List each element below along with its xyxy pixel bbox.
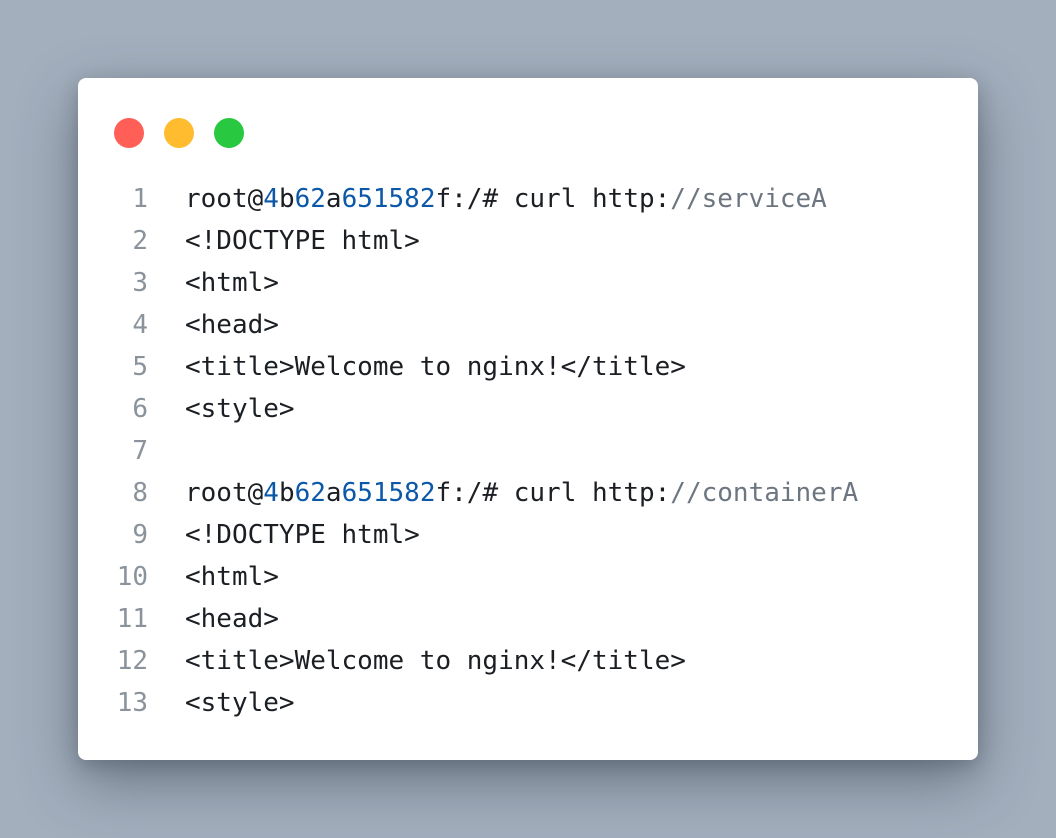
line-number: 11 [116, 604, 148, 634]
comment-token: //serviceA [670, 184, 827, 214]
code-line: 12 <title>Welcome to nginx!</title> [78, 640, 978, 682]
text-token: <html> [185, 562, 279, 592]
line-text: <!DOCTYPE html> [185, 220, 420, 262]
code-line: 4 <head> [78, 304, 978, 346]
line-number: 5 [132, 352, 148, 382]
text-token: <head> [185, 604, 279, 634]
text-token: root@ [185, 184, 264, 214]
text-token: a [325, 184, 342, 214]
line-text: root@4b62a651582f:/# curl http://contain… [185, 472, 858, 514]
line-number: 12 [116, 646, 148, 676]
code-line: 10 <html> [78, 556, 978, 598]
text-token: <style> [185, 688, 295, 718]
line-number: 9 [132, 520, 148, 550]
text-token: <title>Welcome to nginx!</title> [185, 352, 686, 382]
line-number: 8 [132, 478, 148, 508]
text-token: <html> [185, 268, 279, 298]
line-text: <html> [185, 556, 279, 598]
code-line: 9 <!DOCTYPE html> [78, 514, 978, 556]
line-text: <head> [185, 598, 279, 640]
text-token: <!DOCTYPE html> [185, 520, 420, 550]
line-number: 1 [132, 184, 148, 214]
line-text: <head> [185, 304, 279, 346]
number-token: 4 [263, 478, 279, 508]
line-text: <html> [185, 262, 279, 304]
code-line: 3 <html> [78, 262, 978, 304]
code-line: 2 <!DOCTYPE html> [78, 220, 978, 262]
code-line: 8 root@4b62a651582f:/# curl http://contai… [78, 472, 978, 514]
number-token: 62 [294, 478, 326, 508]
line-number: 6 [132, 394, 148, 424]
line-number: 3 [132, 268, 148, 298]
line-number: 4 [132, 310, 148, 340]
text-token: root@ [185, 478, 264, 508]
close-window-button[interactable] [114, 118, 144, 148]
comment-token: //containerA [670, 478, 859, 508]
line-text: <title>Welcome to nginx!</title> [185, 640, 686, 682]
text-token: <head> [185, 310, 279, 340]
number-token: 651582 [341, 184, 436, 214]
number-token: 4 [263, 184, 279, 214]
text-token: <title>Welcome to nginx!</title> [185, 646, 686, 676]
line-number: 13 [116, 688, 148, 718]
line-number: 7 [132, 436, 148, 466]
text-token: a [325, 478, 342, 508]
code-block: 1 root@4b62a651582f:/# curl http://servic… [78, 178, 978, 724]
code-line: 6 <style> [78, 388, 978, 430]
code-line: 5 <title>Welcome to nginx!</title> [78, 346, 978, 388]
text-token: b [278, 478, 295, 508]
code-line: 13 <style> [78, 682, 978, 724]
text-token: <!DOCTYPE html> [185, 226, 420, 256]
terminal-window: 1 root@4b62a651582f:/# curl http://servic… [78, 78, 978, 760]
number-token: 62 [294, 184, 326, 214]
line-text: <title>Welcome to nginx!</title> [185, 346, 686, 388]
line-number: 10 [116, 562, 148, 592]
line-text: <style> [185, 388, 295, 430]
minimize-window-button[interactable] [164, 118, 194, 148]
code-line: 7 [78, 430, 978, 472]
zoom-window-button[interactable] [214, 118, 244, 148]
text-token: f:/# curl http: [435, 478, 671, 508]
number-token: 651582 [341, 478, 436, 508]
code-line: 1 root@4b62a651582f:/# curl http://servic… [78, 178, 978, 220]
code-line: 11 <head> [78, 598, 978, 640]
text-token: b [278, 184, 295, 214]
line-number: 2 [132, 226, 148, 256]
text-token: <style> [185, 394, 295, 424]
text-token: f:/# curl http: [435, 184, 671, 214]
line-text: <style> [185, 682, 295, 724]
line-text: root@4b62a651582f:/# curl http://service… [185, 178, 827, 220]
line-text: <!DOCTYPE html> [185, 514, 420, 556]
